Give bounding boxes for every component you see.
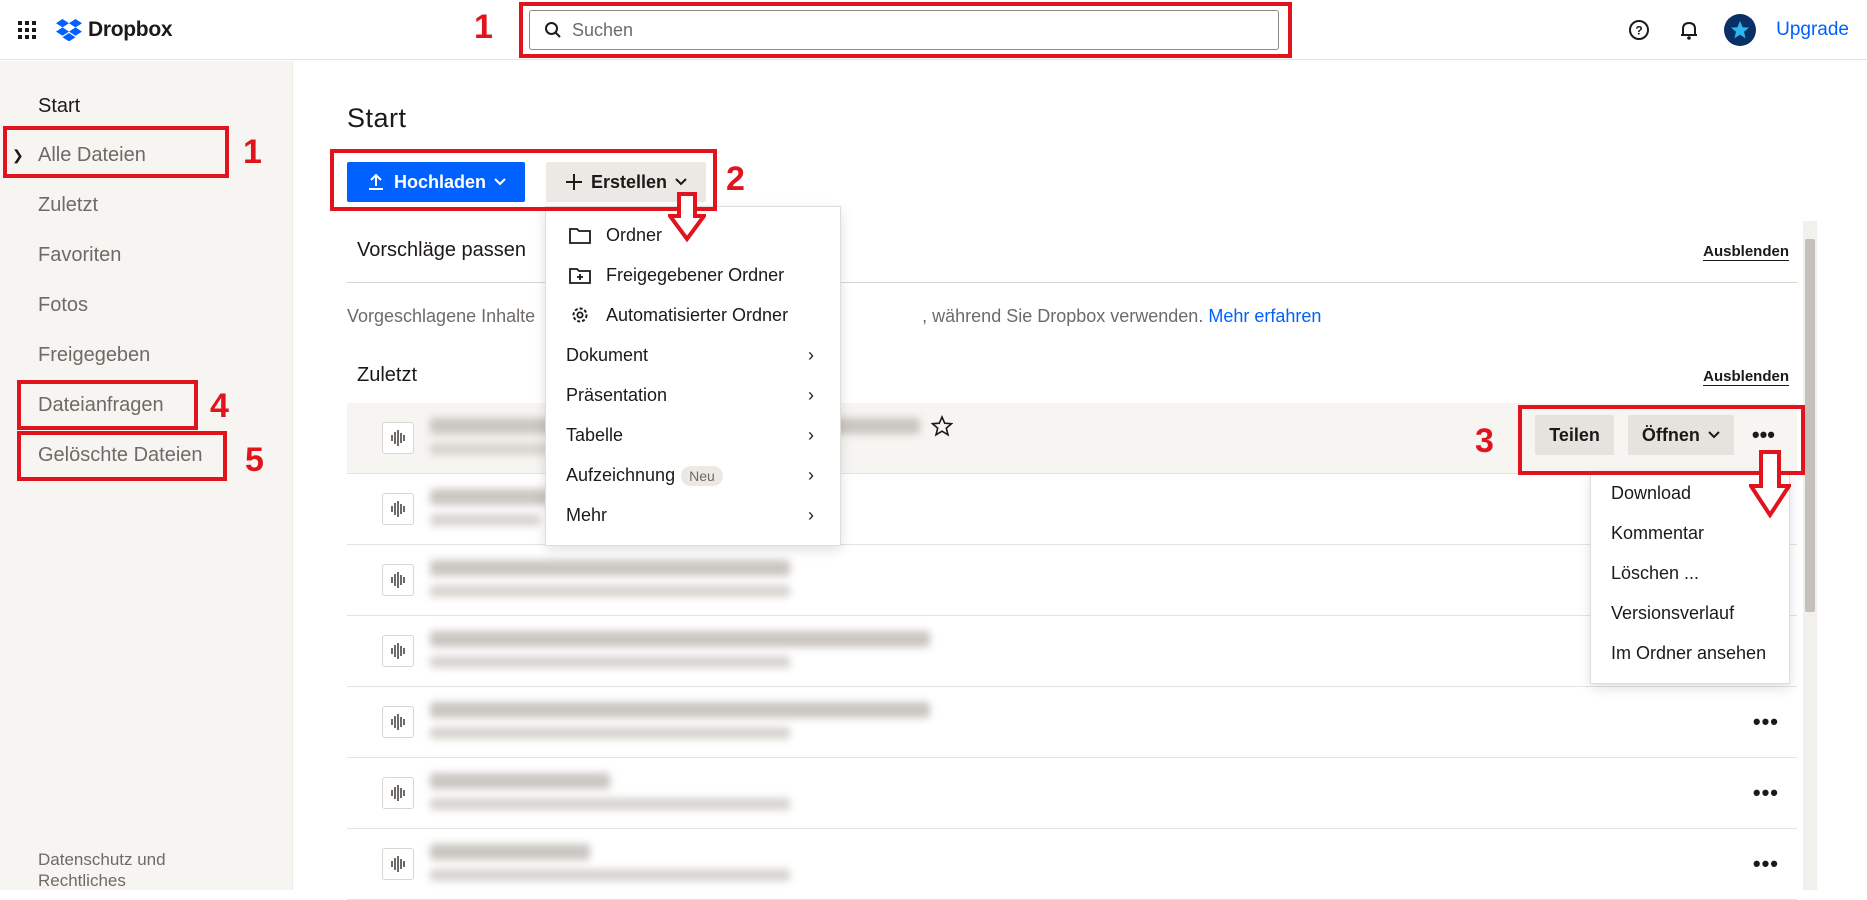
table-row[interactable]: •••	[347, 758, 1797, 829]
file-meta-blurred	[430, 656, 790, 668]
menu-item-recording[interactable]: Aufzeichnung Neu ›	[546, 455, 840, 495]
file-name-blurred	[430, 489, 550, 505]
avatar[interactable]	[1724, 14, 1757, 46]
menu-item-more[interactable]: Mehr ›	[546, 495, 840, 535]
table-row[interactable]	[347, 616, 1797, 687]
star-avatar-icon	[1731, 21, 1750, 39]
menu-item-delete[interactable]: Löschen ...	[1591, 553, 1789, 593]
audio-file-icon	[382, 635, 414, 667]
menu-item-show-in-folder[interactable]: Im Ordner ansehen	[1591, 633, 1789, 673]
menu-item-automated-folder[interactable]: Automatisierter Ordner	[546, 295, 840, 335]
dropbox-icon	[56, 19, 82, 41]
file-name-blurred	[430, 844, 590, 860]
table-row[interactable]: •••	[347, 687, 1797, 758]
gear-icon	[568, 303, 592, 327]
annotation-box-buttons	[330, 149, 717, 211]
audio-file-icon	[382, 848, 414, 880]
upgrade-link[interactable]: Upgrade	[1776, 19, 1849, 41]
file-meta-blurred	[430, 727, 790, 739]
annotation-box-deleted-files	[17, 431, 227, 481]
file-meta-blurred	[430, 798, 790, 810]
menu-item-document[interactable]: Dokument ›	[546, 335, 840, 375]
svg-text:?: ?	[1635, 24, 1642, 38]
bell-icon[interactable]	[1674, 15, 1704, 45]
annotation-number: 1	[474, 8, 493, 46]
file-name-blurred	[430, 631, 930, 647]
new-badge: Neu	[681, 465, 723, 486]
menu-item-comment[interactable]: Kommentar	[1591, 513, 1789, 553]
more-options-icon[interactable]: •••	[1753, 709, 1779, 735]
audio-file-icon	[382, 564, 414, 596]
learn-more-link[interactable]: Mehr erfahren	[1208, 306, 1321, 326]
annotation-box-file-requests	[17, 380, 198, 430]
file-meta-blurred	[430, 585, 790, 597]
annotation-box-all-files	[3, 126, 229, 178]
sidebar-item-photos[interactable]: Fotos	[38, 294, 88, 317]
chevron-right-icon: ›	[808, 424, 814, 445]
menu-item-presentation[interactable]: Präsentation ›	[546, 375, 840, 415]
help-icon[interactable]: ?	[1624, 15, 1654, 45]
file-meta-blurred	[430, 514, 540, 526]
sidebar-item-shared[interactable]: Freigegeben	[38, 344, 150, 367]
suggestions-title: Vorschläge passen	[357, 239, 527, 261]
more-options-icon[interactable]: •••	[1753, 851, 1779, 877]
annotation-arrow-down-icon	[668, 192, 706, 242]
dropbox-logo[interactable]: Dropbox	[56, 18, 173, 42]
file-meta-blurred	[430, 443, 560, 455]
annotation-number: 1	[243, 133, 262, 171]
hide-suggestions-link[interactable]: Ausblenden	[1703, 243, 1789, 261]
annotation-number: 2	[726, 160, 745, 198]
recent-title: Zuletzt	[357, 364, 418, 386]
page-title: Start	[347, 103, 407, 133]
table-row[interactable]: •••	[347, 829, 1797, 900]
menu-item-version-history[interactable]: Versionsverlauf	[1591, 593, 1789, 633]
hide-recent-link[interactable]: Ausblenden	[1703, 368, 1789, 386]
logo-text: Dropbox	[88, 18, 173, 41]
audio-file-icon	[382, 493, 414, 525]
audio-file-icon	[382, 777, 414, 809]
sidebar-item-start[interactable]: Start	[38, 95, 80, 118]
star-icon[interactable]	[931, 415, 953, 437]
folder-icon	[568, 223, 592, 247]
chevron-right-icon: ›	[808, 504, 814, 525]
shared-folder-icon	[568, 263, 592, 287]
menu-item-spreadsheet[interactable]: Tabelle ›	[546, 415, 840, 455]
audio-file-icon	[382, 706, 414, 738]
more-options-icon[interactable]: •••	[1753, 780, 1779, 806]
file-meta-blurred	[430, 869, 790, 881]
create-dropdown-menu: Ordner Freigegebener Ordner Automatisier…	[545, 206, 841, 546]
file-name-blurred	[430, 560, 790, 576]
file-name-blurred	[430, 702, 930, 718]
suggestions-text-end: , während Sie Dropbox verwenden.	[922, 306, 1204, 326]
annotation-number: 3	[1475, 422, 1494, 460]
file-name-blurred	[430, 773, 610, 789]
app-grid-icon[interactable]	[18, 21, 36, 39]
chevron-right-icon: ›	[808, 384, 814, 405]
annotation-number: 5	[245, 441, 264, 479]
top-right-controls: ? Upgrade	[1624, 14, 1849, 46]
scrollbar-thumb[interactable]	[1805, 239, 1815, 612]
annotation-arrow-down-icon	[1749, 450, 1791, 518]
menu-item-shared-folder[interactable]: Freigegebener Ordner	[546, 255, 840, 295]
chevron-right-icon: ›	[808, 464, 814, 485]
audio-file-icon	[382, 422, 414, 454]
annotation-box-search	[519, 2, 1292, 58]
recording-label: Aufzeichnung	[566, 464, 676, 485]
suggestions-text-start: Vorgeschlagene Inhalte	[347, 306, 536, 326]
annotation-number: 4	[210, 387, 229, 425]
sidebar-footer-link[interactable]: Datenschutz und Rechtliches	[38, 849, 238, 891]
sidebar-item-favorites[interactable]: Favoriten	[38, 244, 121, 267]
chevron-right-icon: ›	[808, 344, 814, 365]
table-row[interactable]	[347, 545, 1797, 616]
scrollbar[interactable]	[1803, 221, 1817, 890]
sidebar-item-recent[interactable]: Zuletzt	[38, 194, 98, 217]
